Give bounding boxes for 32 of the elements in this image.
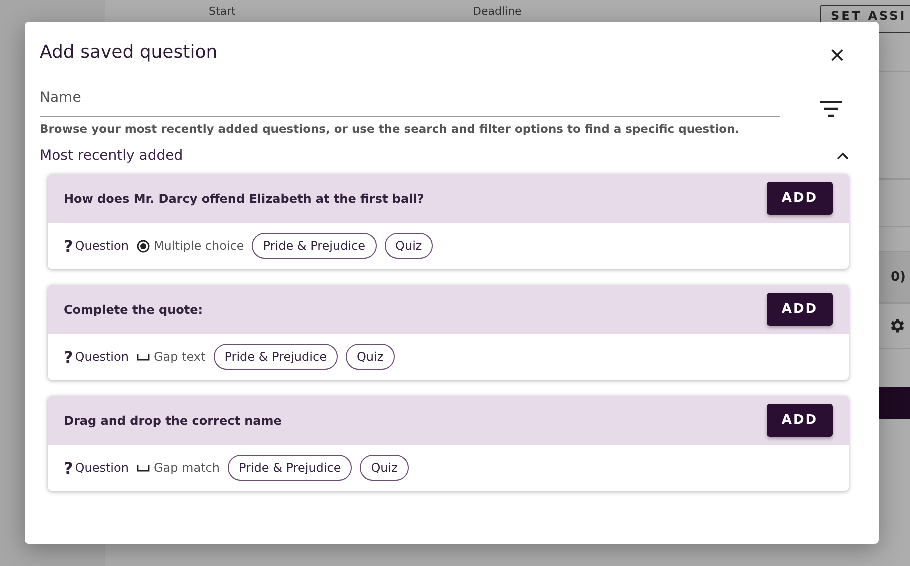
add-button[interactable]: ADD <box>767 404 833 437</box>
question-title: Complete the quote: <box>64 302 204 316</box>
tag-chip[interactable]: Pride & Prejudice <box>214 344 338 370</box>
category-label: ?Question <box>64 348 129 366</box>
type-label: Gap text <box>154 350 206 364</box>
counter-text: 0) <box>891 270 906 284</box>
tag-chip[interactable]: Quiz <box>384 233 434 259</box>
start-label: Start <box>209 5 236 18</box>
type-label: Gap match <box>154 461 220 475</box>
space-icon <box>136 353 150 361</box>
helper-text: Browse your most recently added questions, or use the search and filter options to find a specific question. <box>40 122 741 136</box>
add-button[interactable]: ADD <box>767 293 833 326</box>
section-title: Most recently added <box>40 148 184 164</box>
space-icon <box>136 464 150 472</box>
dialog-title: Add saved question <box>40 42 218 62</box>
tag-chip[interactable]: Pride & Prejudice <box>228 455 352 481</box>
type-label: Multiple choice <box>154 239 244 253</box>
radio-icon <box>136 240 150 252</box>
tag-chip[interactable]: Quiz <box>346 344 395 370</box>
category-label: ?Question <box>64 236 129 256</box>
add-button[interactable]: ADD <box>767 182 833 215</box>
deadline-label: Deadline <box>473 5 522 18</box>
collapse-button[interactable] <box>837 152 849 160</box>
caret-icon <box>837 152 849 160</box>
tag-chip[interactable]: Quiz <box>360 455 409 481</box>
close-button[interactable]: × <box>826 42 849 68</box>
question-title: How does Mr. Darcy offend Elizabeth at the first ball? <box>64 192 424 206</box>
question-title: Drag and drop the correct name <box>64 414 282 428</box>
filter-icon[interactable] <box>820 101 842 117</box>
category-label: ?Question <box>64 458 129 478</box>
name-field[interactable]: Name <box>40 90 780 117</box>
tag-chip[interactable]: Pride & Prejudice <box>252 233 377 259</box>
